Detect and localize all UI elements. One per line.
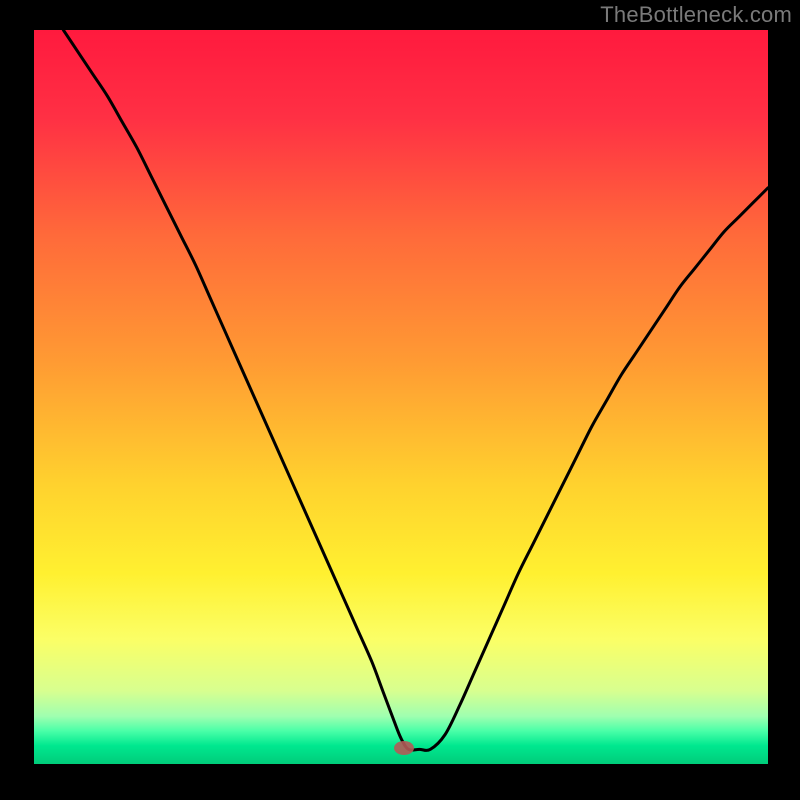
- watermark-text: TheBottleneck.com: [600, 2, 792, 28]
- plot-area: [34, 30, 768, 764]
- plot-svg: [34, 30, 768, 764]
- gradient-background: [34, 30, 768, 764]
- optimal-point-marker: [394, 741, 414, 755]
- chart-frame: TheBottleneck.com: [0, 0, 800, 800]
